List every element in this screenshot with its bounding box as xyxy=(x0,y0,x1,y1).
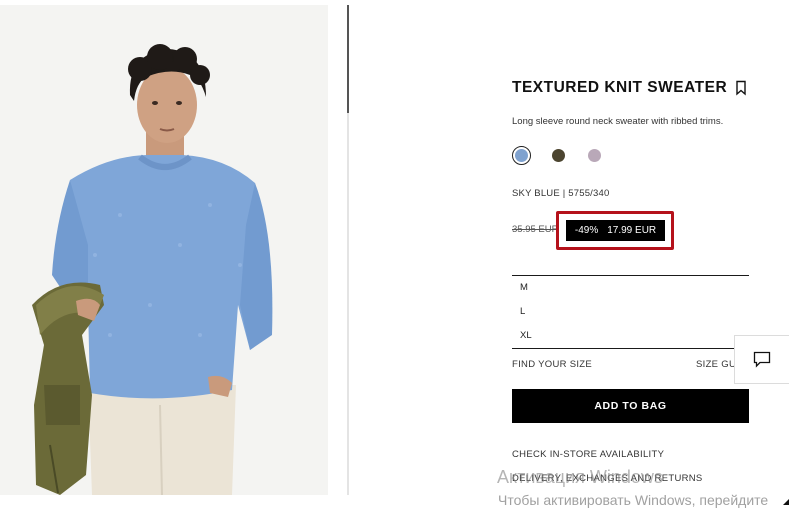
swatch-color-dot xyxy=(515,149,528,162)
product-image[interactable] xyxy=(0,5,328,495)
size-list-top-border xyxy=(512,275,749,276)
scrollbar-thumb[interactable] xyxy=(347,5,349,113)
windows-activation-message: Чтобы активировать Windows, перейдите xyxy=(498,492,769,508)
model-illustration xyxy=(0,5,328,495)
product-title: TEXTURED KNIT SWEATER xyxy=(512,79,728,96)
size-guide-link[interactable]: SIZE GUIDE xyxy=(696,359,734,370)
color-and-reference: SKY BLUE | 5755/340 xyxy=(512,188,610,199)
swatch-dark-olive[interactable] xyxy=(552,149,565,162)
chat-button[interactable] xyxy=(734,335,789,384)
check-store-availability-link[interactable]: CHECK IN-STORE AVAILABILITY xyxy=(512,449,664,460)
add-to-bag-button[interactable]: ADD TO BAG xyxy=(512,389,749,423)
bookmark-icon[interactable] xyxy=(734,80,748,96)
swatch-mauve[interactable] xyxy=(588,149,601,162)
size-option-xl[interactable]: XL xyxy=(520,330,532,341)
chat-icon xyxy=(753,351,771,368)
original-price: 35.95 EUR xyxy=(512,224,559,235)
size-option-l[interactable]: L xyxy=(520,306,525,317)
product-description: Long sleeve round neck sweater with ribb… xyxy=(512,116,724,127)
sale-price-badge: -49% 17.99 EUR xyxy=(566,220,665,241)
sale-price: 17.99 EUR xyxy=(607,225,657,236)
corner-arrow-icon xyxy=(783,499,789,505)
swatch-sky-blue[interactable] xyxy=(512,146,531,165)
windows-activation-title: Активация Windows xyxy=(497,467,663,487)
discount-percent: -49% xyxy=(574,225,599,236)
size-list-bottom-border xyxy=(512,348,749,349)
find-your-size-link[interactable]: FIND YOUR SIZE xyxy=(512,359,592,370)
size-option-m[interactable]: M xyxy=(520,282,528,293)
